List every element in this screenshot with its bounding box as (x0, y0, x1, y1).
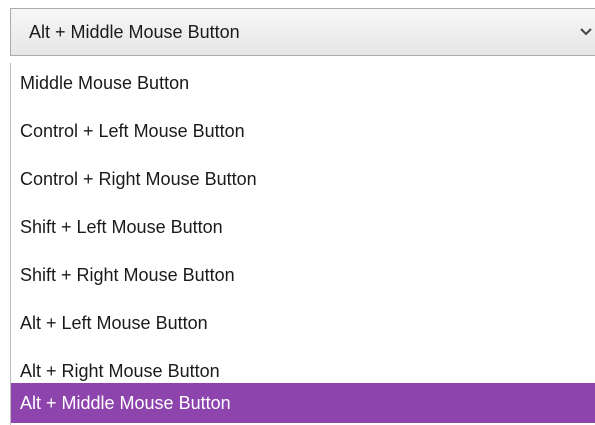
dropdown-option-control-left[interactable]: Control + Left Mouse Button (11, 111, 595, 151)
combobox-selected-value: Alt + Middle Mouse Button (29, 22, 240, 42)
dropdown-option-alt-left[interactable]: Alt + Left Mouse Button (11, 303, 595, 343)
mouse-button-combobox: Alt + Middle Mouse Button Middle Mouse B… (0, 0, 595, 425)
combobox-toggle[interactable]: Alt + Middle Mouse Button (10, 8, 595, 56)
dropdown-option-alt-middle[interactable]: Alt + Middle Mouse Button (11, 383, 595, 423)
dropdown-option-shift-right[interactable]: Shift + Right Mouse Button (11, 255, 595, 295)
dropdown-option-middle[interactable]: Middle Mouse Button (11, 63, 595, 103)
dropdown-option-control-right[interactable]: Control + Right Mouse Button (11, 159, 595, 199)
dropdown-option-shift-left[interactable]: Shift + Left Mouse Button (11, 207, 595, 247)
chevron-down-icon[interactable] (580, 9, 592, 55)
dropdown-list: Middle Mouse Button Control + Left Mouse… (10, 63, 595, 425)
